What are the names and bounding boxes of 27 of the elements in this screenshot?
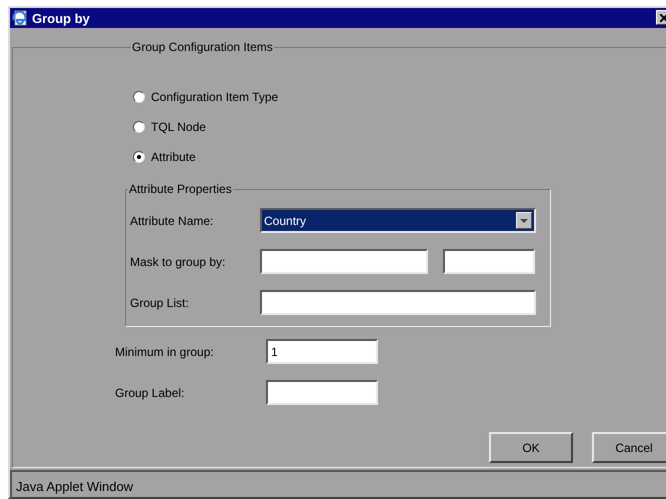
group-list-field[interactable] <box>260 290 536 315</box>
radio-label: Configuration Item Type <box>151 90 278 104</box>
dropdown-value: Country <box>264 214 306 228</box>
field-label: Group Label: <box>115 386 186 400</box>
dropdown-arrow-icon <box>520 218 528 222</box>
field-label: Mask to group by: <box>130 254 226 268</box>
mask-input-field[interactable] <box>443 249 535 274</box>
mask-input-field[interactable] <box>260 249 428 274</box>
field-label: Attribute Name: <box>130 214 214 228</box>
status-bar: Java Applet Window <box>10 470 666 499</box>
radio-button[interactable] <box>133 91 145 103</box>
window-title: Group by <box>32 10 90 26</box>
cancel-button[interactable]: Cancel <box>592 432 666 463</box>
group-label-field[interactable] <box>266 380 378 405</box>
attribute-name-dropdown[interactable]: Country <box>260 208 536 233</box>
minimum-in-group-field[interactable]: 1 <box>266 339 378 364</box>
radio-button[interactable] <box>133 151 145 163</box>
field-label: Minimum in group: <box>115 344 215 358</box>
radio-label: TQL Node <box>151 120 206 134</box>
panel-legend: Attribute Properties <box>128 182 233 196</box>
browser-icon <box>12 10 28 26</box>
ok-button[interactable]: OK <box>489 432 573 463</box>
panel-legend: Group Configuration Items <box>131 40 274 54</box>
radio-label: Attribute <box>151 150 196 164</box>
close-icon <box>660 14 666 22</box>
field-label: Group List: <box>130 296 190 310</box>
radio-button[interactable] <box>133 121 145 133</box>
